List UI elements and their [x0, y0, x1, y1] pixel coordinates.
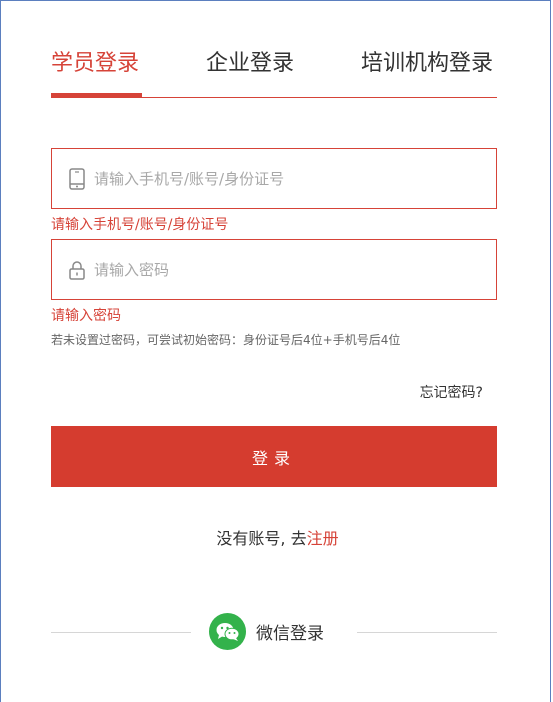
- register-link[interactable]: 注册: [307, 529, 339, 548]
- wechat-login-button[interactable]: 微信登录: [209, 613, 324, 650]
- divider-left: [51, 632, 191, 633]
- account-field[interactable]: [51, 148, 497, 209]
- divider-right: [357, 632, 497, 633]
- register-prefix: 没有账号, 去: [216, 529, 307, 548]
- phone-icon: [69, 168, 85, 190]
- initial-password-hint: 若未设置过密码，可尝试初始密码：身份证号后4位+手机号后4位: [51, 333, 401, 347]
- login-tabs: 学员登录 企业登录 培训机构登录: [51, 41, 497, 98]
- password-error: 请输入密码: [51, 308, 121, 324]
- account-error: 请输入手机号/账号/身份证号: [51, 217, 229, 233]
- account-input[interactable]: [94, 149, 484, 208]
- tab-enterprise-login[interactable]: 企业登录: [206, 45, 294, 77]
- login-panel: 学员登录 企业登录 培训机构登录 请输入手机号/账号/身份证号 请输入密码 若未…: [0, 0, 551, 702]
- login-button[interactable]: 登录: [51, 426, 497, 487]
- password-field[interactable]: [51, 239, 497, 300]
- register-prompt: 没有账号, 去注册: [1, 525, 553, 549]
- active-tab-indicator: [51, 93, 142, 98]
- wechat-login-label: 微信登录: [256, 624, 324, 644]
- lock-icon: [69, 261, 85, 280]
- tab-institution-login[interactable]: 培训机构登录: [361, 45, 493, 77]
- wechat-icon: [209, 613, 246, 650]
- password-input[interactable]: [94, 240, 484, 299]
- tab-student-login[interactable]: 学员登录: [51, 45, 139, 77]
- forgot-password-link[interactable]: 忘记密码?: [420, 382, 483, 402]
